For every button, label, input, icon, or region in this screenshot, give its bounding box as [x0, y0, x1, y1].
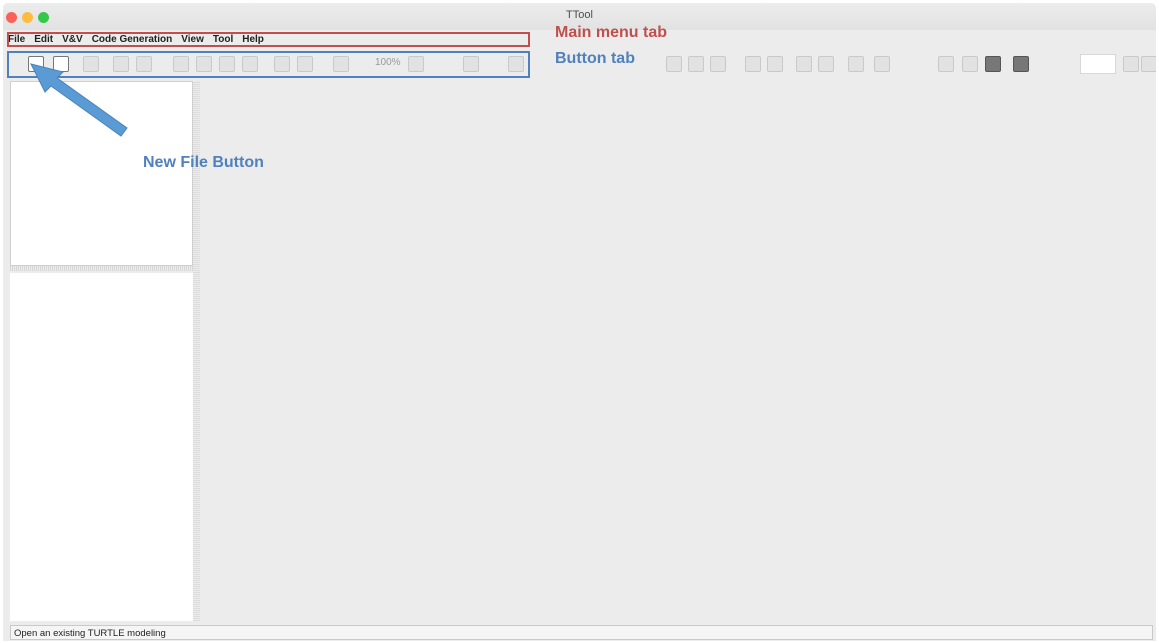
arrow-icon — [30, 63, 128, 137]
